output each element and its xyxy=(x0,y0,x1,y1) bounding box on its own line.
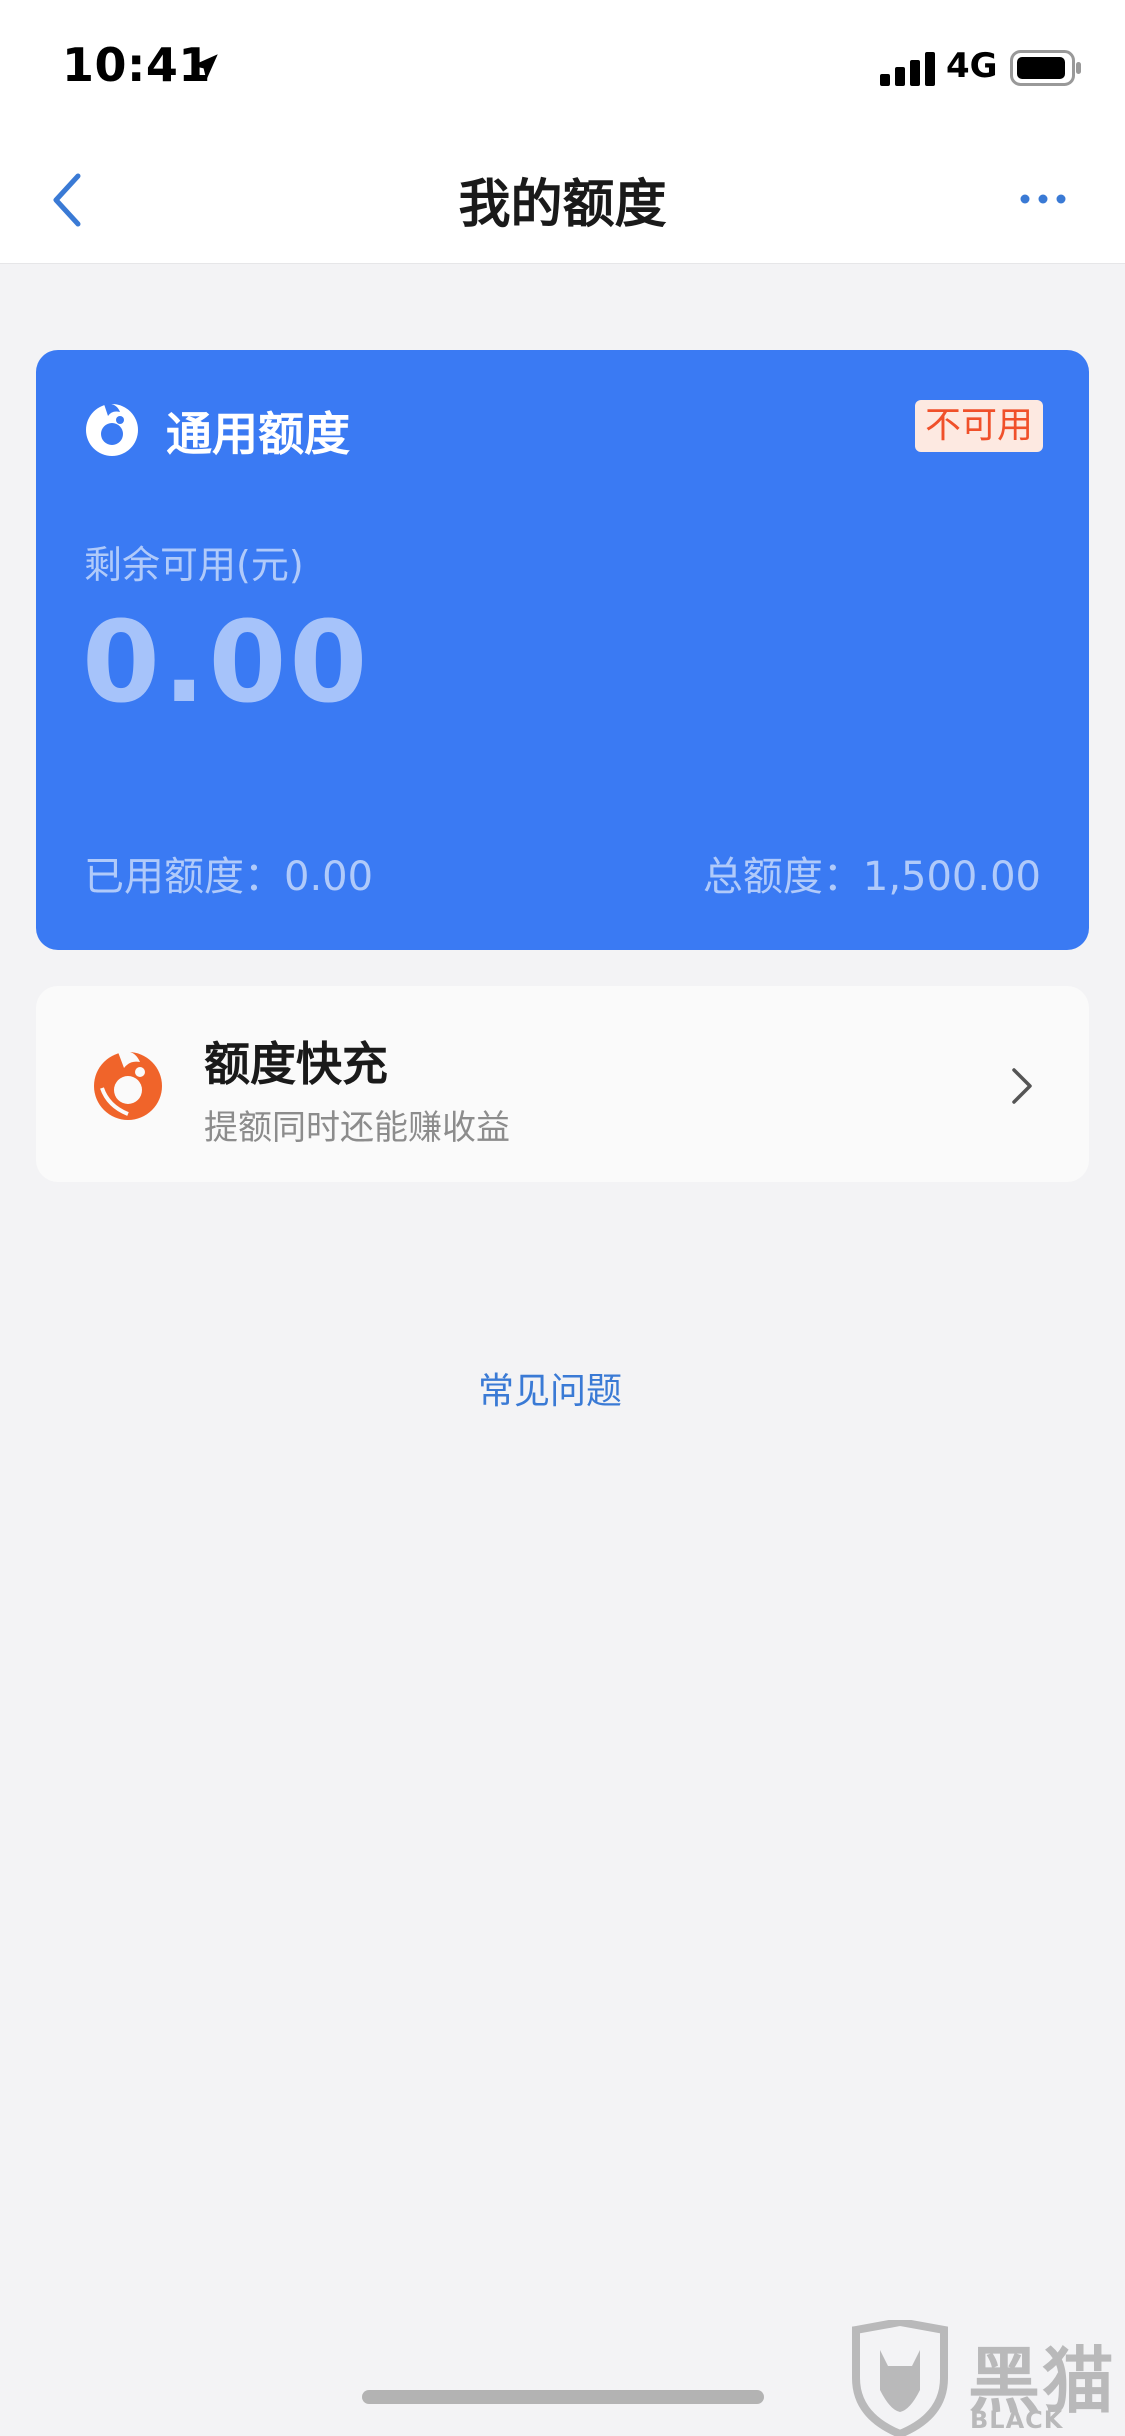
battery-icon xyxy=(1010,50,1081,86)
network-label: 4G xyxy=(946,46,998,86)
quick-recharge-subtitle: 提额同时还能赚收益 xyxy=(204,1108,510,1148)
status-bar: 10:41 4G xyxy=(0,0,1125,132)
credit-card[interactable]: 通用额度 不可用 剩余可用(元) 0.00 已用额度：0.00 总额度：1,50… xyxy=(36,350,1089,950)
page-title: 我的额度 xyxy=(458,175,667,235)
location-arrow-icon xyxy=(192,54,218,80)
quick-recharge-title: 额度快充 xyxy=(204,1037,388,1091)
home-indicator[interactable] xyxy=(362,2390,764,2404)
remaining-label: 剩余可用(元) xyxy=(84,543,304,587)
remaining-amount: 0.00 xyxy=(82,598,371,728)
total-amount: 总额度：1,500.00 xyxy=(702,854,1041,900)
nav-bar: 我的额度 xyxy=(0,132,1125,264)
status-badge: 不可用 xyxy=(914,400,1043,452)
signal-icon xyxy=(880,52,935,86)
black-cat-watermark: 黑猫 BLACK CAT xyxy=(850,2320,1125,2436)
quick-recharge-icon xyxy=(94,1051,162,1120)
chevron-right-icon xyxy=(1012,1068,1032,1104)
more-icon[interactable] xyxy=(1018,184,1068,214)
screen: 10:41 4G 我的额度 通用额度 不可用 剩余可用(元) 0.00 已用额度… xyxy=(0,0,1125,2436)
used-amount: 已用额度：0.00 xyxy=(84,854,374,900)
faq-link[interactable]: 常见问题 xyxy=(0,1362,1100,1414)
credit-logo-icon xyxy=(86,403,138,456)
cat-shield-icon xyxy=(852,2320,948,2436)
card-title: 通用额度 xyxy=(166,407,350,461)
quick-recharge-row[interactable]: 额度快充 提额同时还能赚收益 xyxy=(36,986,1089,1182)
watermark-en: BLACK CAT xyxy=(970,2406,1064,2436)
